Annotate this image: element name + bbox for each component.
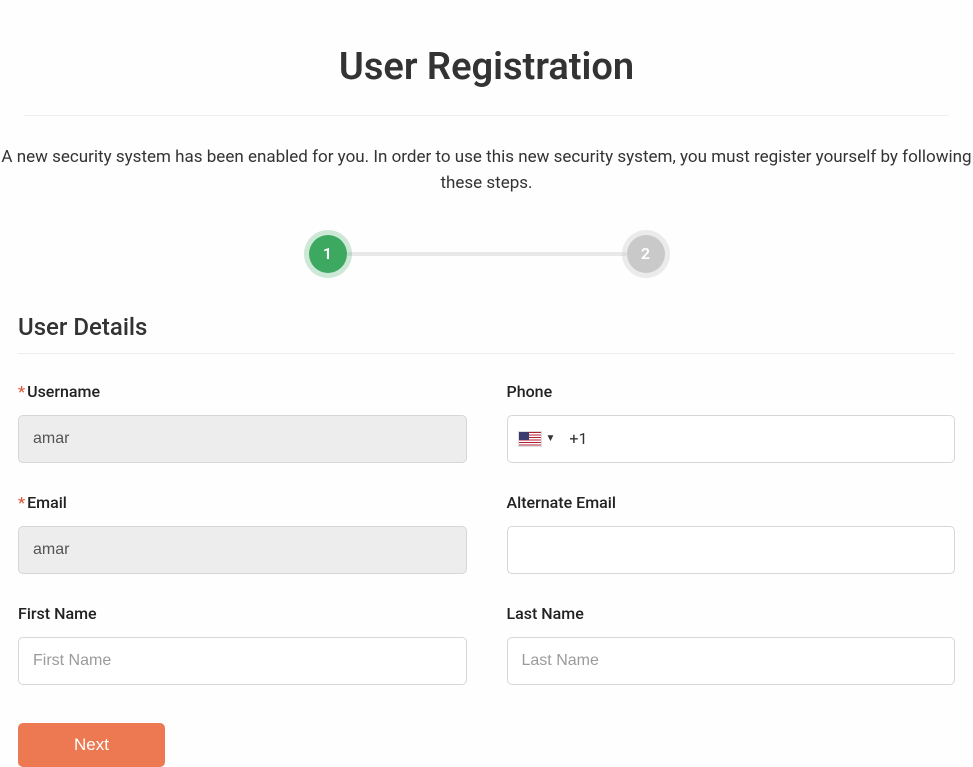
phone-field-group: Phone ▼ +1 (507, 382, 956, 463)
country-dropdown-icon[interactable]: ▼ (546, 433, 556, 444)
stepper: 1 2 (0, 215, 973, 303)
phone-input[interactable] (595, 416, 944, 462)
step-connector (347, 252, 627, 256)
last-name-label: Last Name (507, 604, 956, 623)
user-details-form: Username Phone ▼ +1 Email Alternate Emai… (0, 382, 973, 685)
first-name-label: First Name (18, 604, 467, 623)
next-button[interactable]: Next (18, 723, 165, 767)
username-field-group: Username (18, 382, 467, 463)
username-label: Username (18, 382, 467, 401)
page-description: A new security system has been enabled f… (0, 116, 973, 215)
step-1: 1 (309, 235, 347, 273)
step-2: 2 (627, 235, 665, 273)
username-input[interactable] (18, 415, 467, 463)
section-title: User Details (18, 303, 955, 354)
first-name-input[interactable] (18, 637, 467, 685)
last-name-input[interactable] (507, 637, 956, 685)
email-label: Email (18, 493, 467, 512)
page-title: User Registration (24, 0, 949, 116)
flag-us-icon[interactable] (518, 431, 542, 447)
alt-email-input[interactable] (507, 526, 956, 574)
dial-code: +1 (569, 429, 587, 448)
email-input[interactable] (18, 526, 467, 574)
email-field-group: Email (18, 493, 467, 574)
first-name-field-group: First Name (18, 604, 467, 685)
phone-label: Phone (507, 382, 956, 401)
last-name-field-group: Last Name (507, 604, 956, 685)
form-footer: Next (0, 685, 973, 767)
alt-email-label: Alternate Email (507, 493, 956, 512)
phone-input-wrapper: ▼ +1 (507, 415, 956, 463)
alt-email-field-group: Alternate Email (507, 493, 956, 574)
